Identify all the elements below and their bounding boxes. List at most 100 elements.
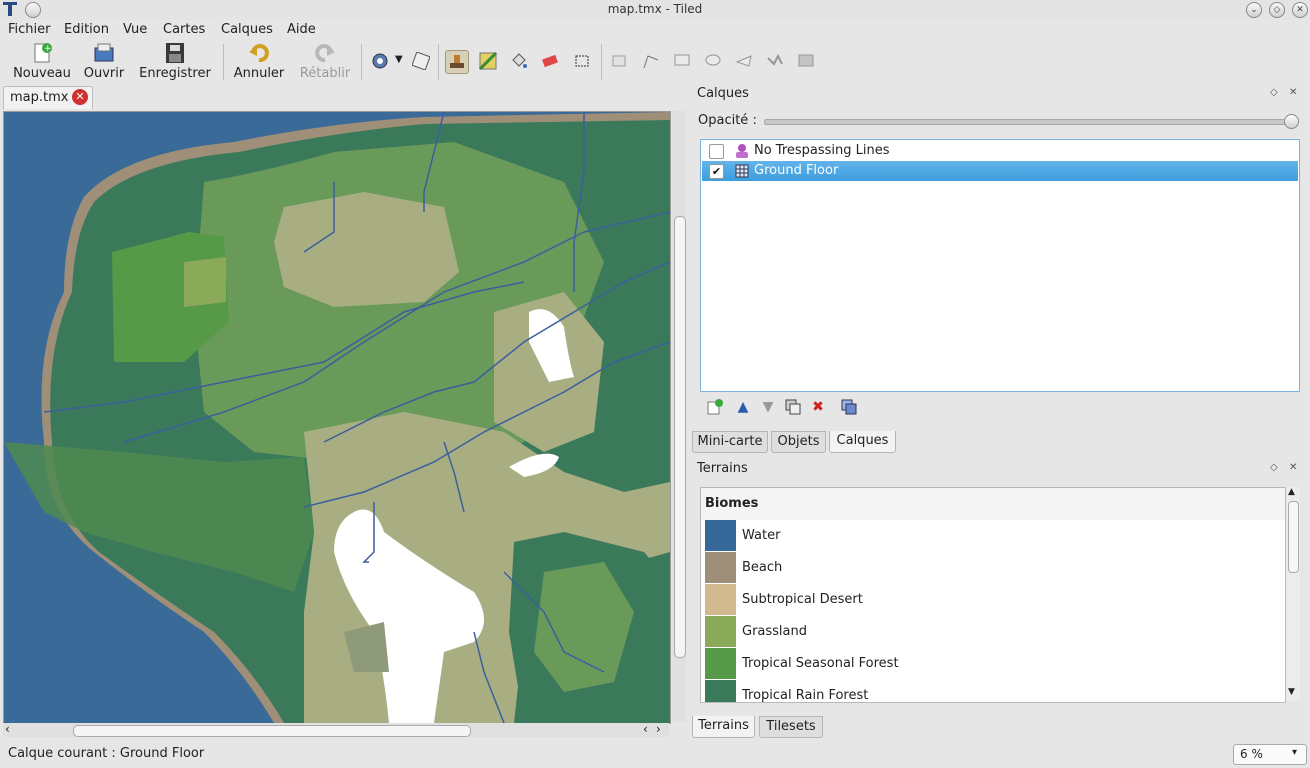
menu-calques[interactable]: Calques — [221, 22, 273, 37]
insert-polygon-icon[interactable] — [733, 50, 755, 72]
main-toolbar: + Nouveau Ouvrir Enregistrer Annuler Rét… — [0, 40, 1310, 84]
map-canvas[interactable] — [3, 111, 671, 724]
insert-polyline-icon[interactable] — [764, 50, 786, 72]
scroll-down-icon[interactable]: ▼ — [1288, 687, 1295, 697]
terrain-list[interactable]: Biomes Water Beach Subtropical Desert Gr… — [700, 487, 1286, 703]
close-dock-icon[interactable]: ✕ — [1289, 462, 1297, 473]
layer-row-no-trespassing-lines[interactable]: No Trespassing Lines — [702, 141, 1298, 161]
svg-text:+: + — [44, 44, 52, 54]
document-tab[interactable]: map.tmx ✕ — [3, 86, 93, 109]
layer-name: Ground Floor — [754, 163, 839, 178]
eraser-icon[interactable] — [539, 50, 561, 72]
terrain-row[interactable]: Beach — [705, 552, 1285, 584]
menu-bar: Fichier Edition Vue Cartes Calques Aide — [0, 20, 1310, 40]
chevron-down-icon: ▾ — [1292, 747, 1298, 758]
terrain-brush-icon[interactable] — [477, 50, 499, 72]
tab-mini-carte[interactable]: Mini-carte — [692, 431, 768, 453]
scroll-left-icon[interactable]: ‹ — [643, 722, 648, 736]
redo-button[interactable]: Rétablir — [298, 42, 352, 82]
bucket-fill-icon[interactable] — [508, 50, 530, 72]
open-button[interactable]: Ouvrir — [82, 42, 126, 82]
raise-layer-icon[interactable]: ▲ — [734, 398, 752, 416]
map-horizontal-scrollbar[interactable] — [3, 723, 669, 737]
dice-icon[interactable] — [410, 50, 432, 72]
menu-fichier[interactable]: Fichier — [8, 22, 51, 37]
close-tab-icon[interactable]: ✕ — [72, 89, 88, 105]
terrain-name: Tropical Rain Forest — [742, 688, 869, 703]
tab-calques[interactable]: Calques — [829, 431, 896, 453]
terrain-row[interactable]: Tropical Seasonal Forest — [705, 648, 1285, 680]
insert-ellipse-icon[interactable] — [702, 50, 724, 72]
layer-visibility-checkbox[interactable] — [709, 144, 724, 159]
stamp-brush-icon[interactable] — [445, 50, 469, 74]
terrain-row[interactable]: Grassland — [705, 616, 1285, 648]
new-button[interactable]: + Nouveau — [10, 42, 74, 82]
menu-cartes[interactable]: Cartes — [163, 22, 205, 37]
undo-button[interactable]: Annuler — [232, 42, 286, 82]
float-dock-icon[interactable]: ◇ — [1270, 462, 1278, 473]
terrain-row[interactable]: Subtropical Desert — [705, 584, 1285, 616]
scroll-up-icon[interactable]: ▲ — [1288, 487, 1295, 497]
tile-layer-grid-icon — [734, 163, 750, 179]
terrain-swatch — [705, 680, 736, 702]
toggle-layers-icon[interactable] — [840, 398, 858, 416]
new-label: Nouveau — [13, 66, 71, 81]
insert-rectangle-icon[interactable] — [671, 50, 693, 72]
menu-edition[interactable]: Edition — [64, 22, 109, 37]
menu-aide[interactable]: Aide — [287, 22, 316, 37]
add-layer-icon[interactable] — [706, 398, 724, 416]
scrollbar-thumb[interactable] — [1288, 501, 1299, 573]
terrain-swatch — [705, 648, 736, 679]
object-layer-icon — [734, 143, 750, 159]
opacity-slider[interactable] — [764, 119, 1296, 125]
layer-visibility-checkbox[interactable]: ✔ — [709, 164, 724, 179]
duplicate-layer-icon[interactable] — [784, 398, 802, 416]
scrollbar-thumb[interactable] — [674, 216, 686, 658]
lower-layer-icon[interactable]: ▼ — [759, 398, 777, 416]
close-button[interactable]: ✕ — [1292, 2, 1308, 18]
terrain-row[interactable]: Tropical Rain Forest — [705, 680, 1285, 703]
terrain-name: Tropical Seasonal Forest — [742, 656, 899, 671]
layer-row-ground-floor[interactable]: ✔ Ground Floor — [702, 161, 1298, 181]
layer-list[interactable]: No Trespassing Lines ✔ Ground Floor — [700, 139, 1300, 392]
tab-terrains[interactable]: Terrains — [692, 716, 755, 738]
terrain-row[interactable]: Water — [705, 520, 1285, 552]
menu-vue[interactable]: Vue — [123, 22, 147, 37]
tab-objets[interactable]: Objets — [771, 431, 826, 453]
terrain-swatch — [705, 520, 736, 551]
save-button[interactable]: Enregistrer — [138, 42, 212, 82]
map-vertical-scrollbar[interactable] — [672, 111, 686, 722]
zoom-select[interactable]: 6 % ▾ — [1233, 744, 1307, 765]
scrollbar-thumb[interactable] — [73, 725, 471, 737]
scroll-right-icon[interactable]: › — [656, 722, 661, 736]
toolbar-separator — [438, 44, 439, 80]
terrain-name: Subtropical Desert — [742, 592, 863, 607]
terrain-name: Grassland — [742, 624, 807, 639]
opacity-slider-handle[interactable] — [1284, 114, 1299, 129]
maximize-button[interactable]: ◇ — [1269, 2, 1285, 18]
terrain-swatch — [705, 616, 736, 647]
chevron-down-icon[interactable]: ▼ — [395, 54, 403, 65]
terrain-name: Water — [742, 528, 781, 543]
terrain-swatch — [705, 584, 736, 615]
insert-tile-icon[interactable] — [795, 50, 817, 72]
tab-tilesets[interactable]: Tilesets — [759, 716, 823, 738]
terrain-group-name: Biomes — [705, 496, 759, 511]
terrain-list-scrollbar[interactable]: ▲ ▼ — [1286, 487, 1300, 701]
minimize-button[interactable]: ⌄ — [1246, 2, 1262, 18]
edit-polygons-icon[interactable] — [640, 50, 662, 72]
float-dock-icon[interactable]: ◇ — [1270, 87, 1278, 98]
close-dock-icon[interactable]: ✕ — [1289, 87, 1297, 98]
terrain-swatch — [705, 552, 736, 583]
document-tab-label: map.tmx — [10, 90, 69, 105]
save-disk-icon — [163, 42, 187, 64]
layers-dock-title: Calques — [697, 86, 749, 101]
scroll-left-icon[interactable]: ‹ — [5, 722, 10, 736]
rectangle-select-icon[interactable] — [571, 50, 593, 72]
remove-layer-icon[interactable]: ✖ — [809, 398, 827, 416]
status-current-layer: Calque courant : Ground Floor — [8, 746, 205, 761]
toolbar-separator — [361, 44, 362, 80]
random-mode-icon[interactable] — [369, 50, 391, 72]
select-objects-icon[interactable] — [609, 50, 631, 72]
terrains-dock-title: Terrains — [697, 461, 748, 476]
